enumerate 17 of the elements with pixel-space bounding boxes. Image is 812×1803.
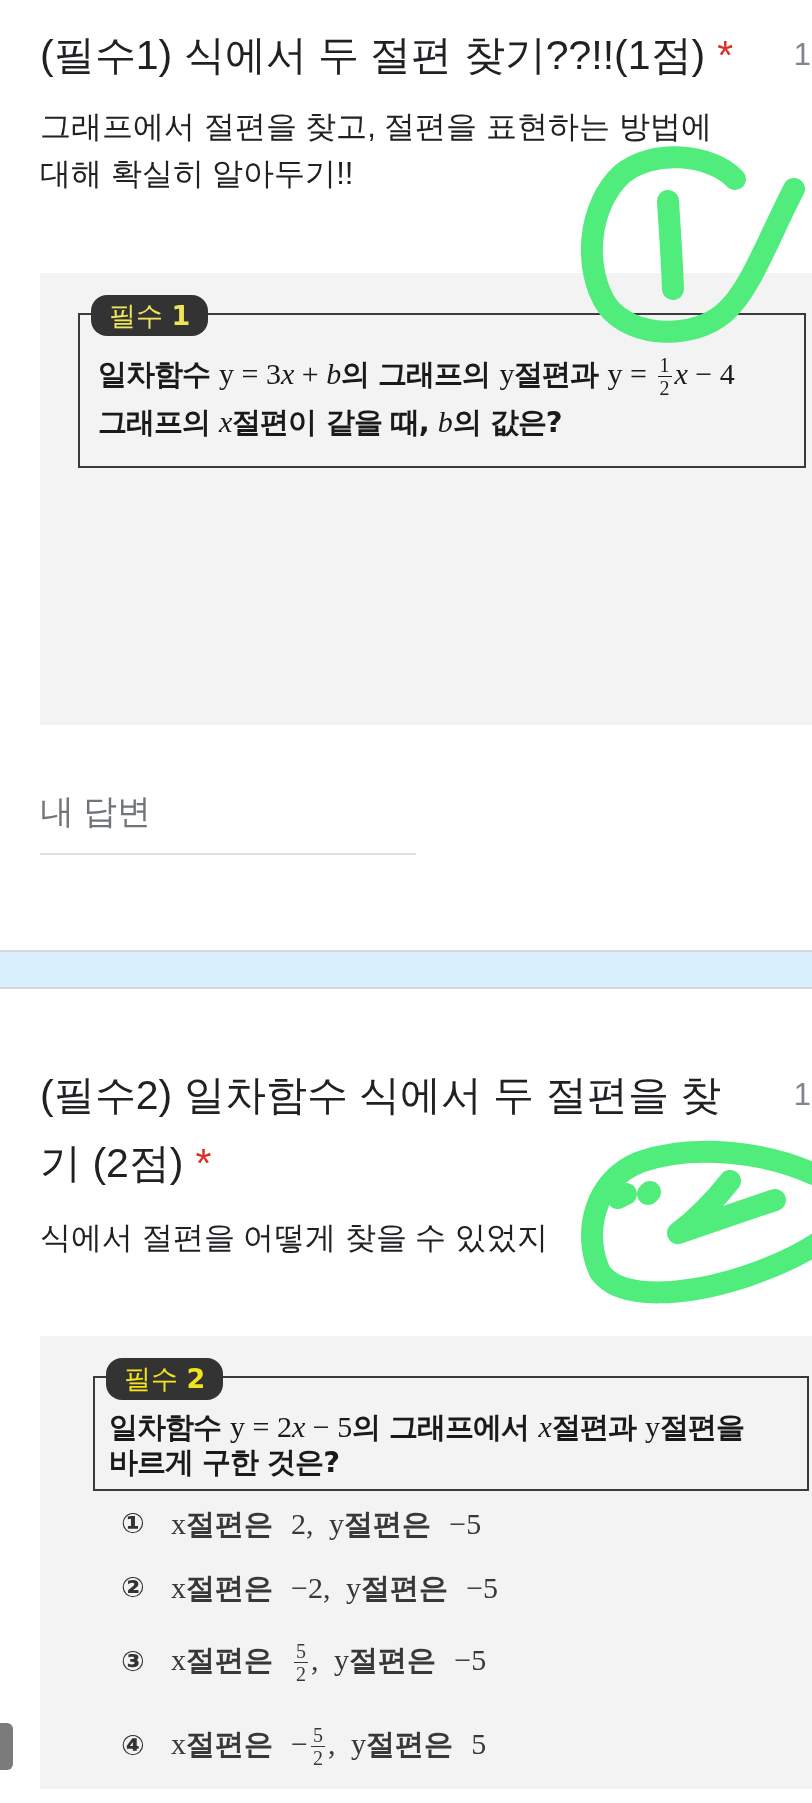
question-title: (필수1) 식에서 두 절편 찾기??!!(1점) * [40, 31, 734, 80]
option-number: ② [121, 1571, 146, 1605]
answer-field[interactable]: 내 답변 [40, 790, 416, 855]
section-badge: 필수 2 [106, 1358, 224, 1400]
question-description: 식에서 절편을 어떻게 찾을 수 있었지 [40, 1219, 549, 1257]
problem-text: 일차함수 y = 2x − 5의 그래프에서 x절편과 y절편을 바르게 구한 것은? [109, 1409, 744, 1480]
edge-panel-handle[interactable] [0, 1723, 13, 1770]
option-text: x절편은 2, y절편은 −5 [171, 1507, 482, 1541]
question-description: 그래프에서 절편을 찾고, 절편을 표현하는 방법에 대해 확실히 알아두기!! [40, 108, 713, 193]
question-title: (필수2) 일차함수 식에서 두 절편을 찾기 (2점) * [40, 1071, 723, 1188]
option-number: ① [121, 1507, 146, 1541]
section-badge: 필수 1 [91, 295, 209, 336]
option-text: x절편은 −2, y절편은 −5 [171, 1571, 499, 1605]
points-text: 1 [793, 1076, 812, 1114]
option-number: ④ [121, 1729, 146, 1763]
option-number: ③ [121, 1645, 146, 1679]
points-text: 1 [793, 36, 812, 74]
